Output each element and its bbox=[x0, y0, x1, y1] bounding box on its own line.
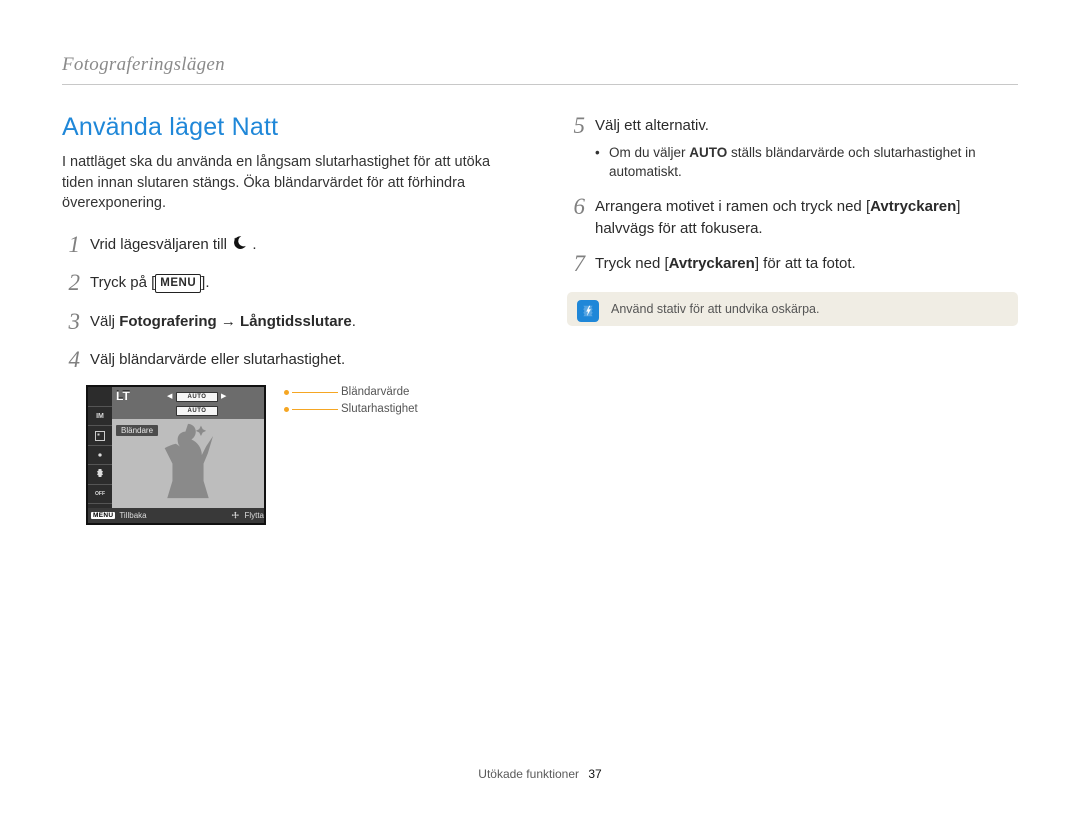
step-1: 1 Vrid lägesväljaren till . bbox=[62, 232, 513, 258]
step-subbullet: • Om du väljer AUTO ställs bländarvärde … bbox=[595, 143, 1018, 182]
step-bold: Avtryckaren bbox=[870, 198, 956, 215]
step-number: 2 bbox=[62, 270, 80, 296]
step-text: Vrid lägesväljaren till bbox=[90, 236, 231, 253]
intro-paragraph: I nattläget ska du använda en långsam sl… bbox=[62, 152, 513, 214]
lcd-bottombar: MENU Tillbaka Flytta bbox=[88, 508, 264, 523]
lcd-back-label: Tillbaka bbox=[119, 511, 146, 520]
step-text: Tryck på [ bbox=[90, 274, 155, 291]
callout-label: Slutarhastighet bbox=[341, 403, 418, 415]
left-column: Använda läget Natt I nattläget ska du an… bbox=[62, 113, 513, 525]
section-title: Använda läget Natt bbox=[62, 113, 513, 142]
step-bold: Fotografering bbox=[119, 313, 217, 330]
step-number: 4 bbox=[62, 347, 80, 373]
lcd-sidebar-cell bbox=[88, 446, 112, 465]
step-bold: Långtidsslutare bbox=[240, 313, 352, 330]
arrow: → bbox=[217, 313, 240, 330]
steps-left: 1 Vrid lägesväljaren till . 2 Tryck på [… bbox=[62, 232, 513, 374]
right-column: 5 Välj ett alternativ. • Om du väljer AU… bbox=[567, 113, 1018, 525]
step-number: 1 bbox=[62, 232, 80, 258]
step-number: 3 bbox=[62, 309, 80, 335]
callout-label: Bländarvärde bbox=[341, 386, 409, 398]
step-bold: Avtryckaren bbox=[669, 255, 755, 272]
step-text: Tryck ned [ bbox=[595, 255, 669, 272]
step-4: 4 Välj bländarvärde eller slutarhastighe… bbox=[62, 347, 513, 373]
camera-lcd: LT ◀ AUTO ▶ AUTO Bländare IM bbox=[86, 385, 266, 525]
callout-dot-icon bbox=[284, 407, 289, 412]
lcd-aperture-auto-pill: AUTO bbox=[176, 392, 218, 402]
lcd-sidebar: IM OFF bbox=[88, 387, 112, 523]
step-text-tail: ] för att ta fotot. bbox=[755, 255, 856, 272]
move-icon bbox=[231, 511, 240, 520]
silhouette-illustration bbox=[143, 417, 233, 512]
callout-line-icon bbox=[292, 409, 338, 410]
page-number: 37 bbox=[588, 767, 601, 781]
menu-chip-icon: MENU bbox=[91, 512, 115, 519]
step-number: 6 bbox=[567, 194, 585, 220]
lcd-shutter-auto-pill: AUTO bbox=[176, 406, 218, 416]
two-column-layout: Använda läget Natt I nattläget ska du an… bbox=[62, 113, 1018, 525]
footer-section-label: Utökade funktioner bbox=[478, 767, 579, 781]
step-text: Arrangera motivet i ramen och tryck ned … bbox=[595, 198, 870, 215]
lcd-sidebar-cell bbox=[88, 387, 112, 406]
callout-dot-icon bbox=[284, 390, 289, 395]
menu-key-icon: MENU bbox=[155, 274, 201, 293]
step-3: 3 Välj Fotografering → Långtidsslutare. bbox=[62, 309, 513, 335]
callout-shutter: Slutarhastighet bbox=[284, 403, 418, 415]
lcd-move-label: Flytta bbox=[244, 511, 264, 520]
step-text: Välj ett alternativ. bbox=[595, 117, 709, 134]
chevron-left-icon: ◀ bbox=[167, 392, 172, 400]
callout-aperture: Bländarvärde bbox=[284, 386, 418, 398]
bullet-icon: • bbox=[595, 143, 601, 182]
note-text: Använd stativ för att undvika oskärpa. bbox=[611, 302, 819, 316]
note-box: Använd stativ för att undvika oskärpa. bbox=[567, 292, 1018, 326]
running-head: Fotograferingslägen bbox=[62, 54, 1018, 85]
callout-line-icon bbox=[292, 392, 338, 393]
step-2: 2 Tryck på [MENU]. bbox=[62, 270, 513, 296]
lcd-mode-badge: LT bbox=[116, 389, 130, 403]
lcd-sidebar-cell bbox=[88, 465, 112, 484]
note-icon bbox=[577, 300, 599, 322]
step-6: 6 Arrangera motivet i ramen och tryck ne… bbox=[567, 194, 1018, 240]
steps-right: 5 Välj ett alternativ. • Om du väljer AU… bbox=[567, 113, 1018, 278]
lcd-sidebar-cell: IM bbox=[88, 407, 112, 426]
step-text-tail: . bbox=[352, 313, 356, 330]
camera-screen-figure: LT ◀ AUTO ▶ AUTO Bländare IM bbox=[62, 385, 513, 525]
lcd-sidebar-cell bbox=[88, 426, 112, 445]
step-5: 5 Välj ett alternativ. • Om du väljer AU… bbox=[567, 113, 1018, 182]
step-text-tail: . bbox=[252, 236, 256, 253]
step-number: 5 bbox=[567, 113, 585, 139]
step-text: Välj bländarvärde eller slutarhastighet. bbox=[90, 347, 513, 371]
night-mode-icon bbox=[231, 234, 248, 251]
manual-page: Fotograferingslägen Använda läget Natt I… bbox=[0, 0, 1080, 815]
page-footer: Utökade funktioner 37 bbox=[0, 767, 1080, 781]
step-number: 7 bbox=[567, 251, 585, 277]
chevron-right-icon: ▶ bbox=[221, 392, 226, 400]
step-text: Välj bbox=[90, 313, 119, 330]
step-text-tail: ]. bbox=[201, 274, 209, 291]
figure-callouts: Bländarvärde Slutarhastighet bbox=[284, 385, 418, 415]
sub-bold: AUTO bbox=[689, 145, 727, 160]
lcd-sidebar-cell: OFF bbox=[88, 485, 112, 504]
step-7: 7 Tryck ned [Avtryckaren] för att ta fot… bbox=[567, 251, 1018, 277]
sub-text: Om du väljer bbox=[609, 145, 689, 160]
